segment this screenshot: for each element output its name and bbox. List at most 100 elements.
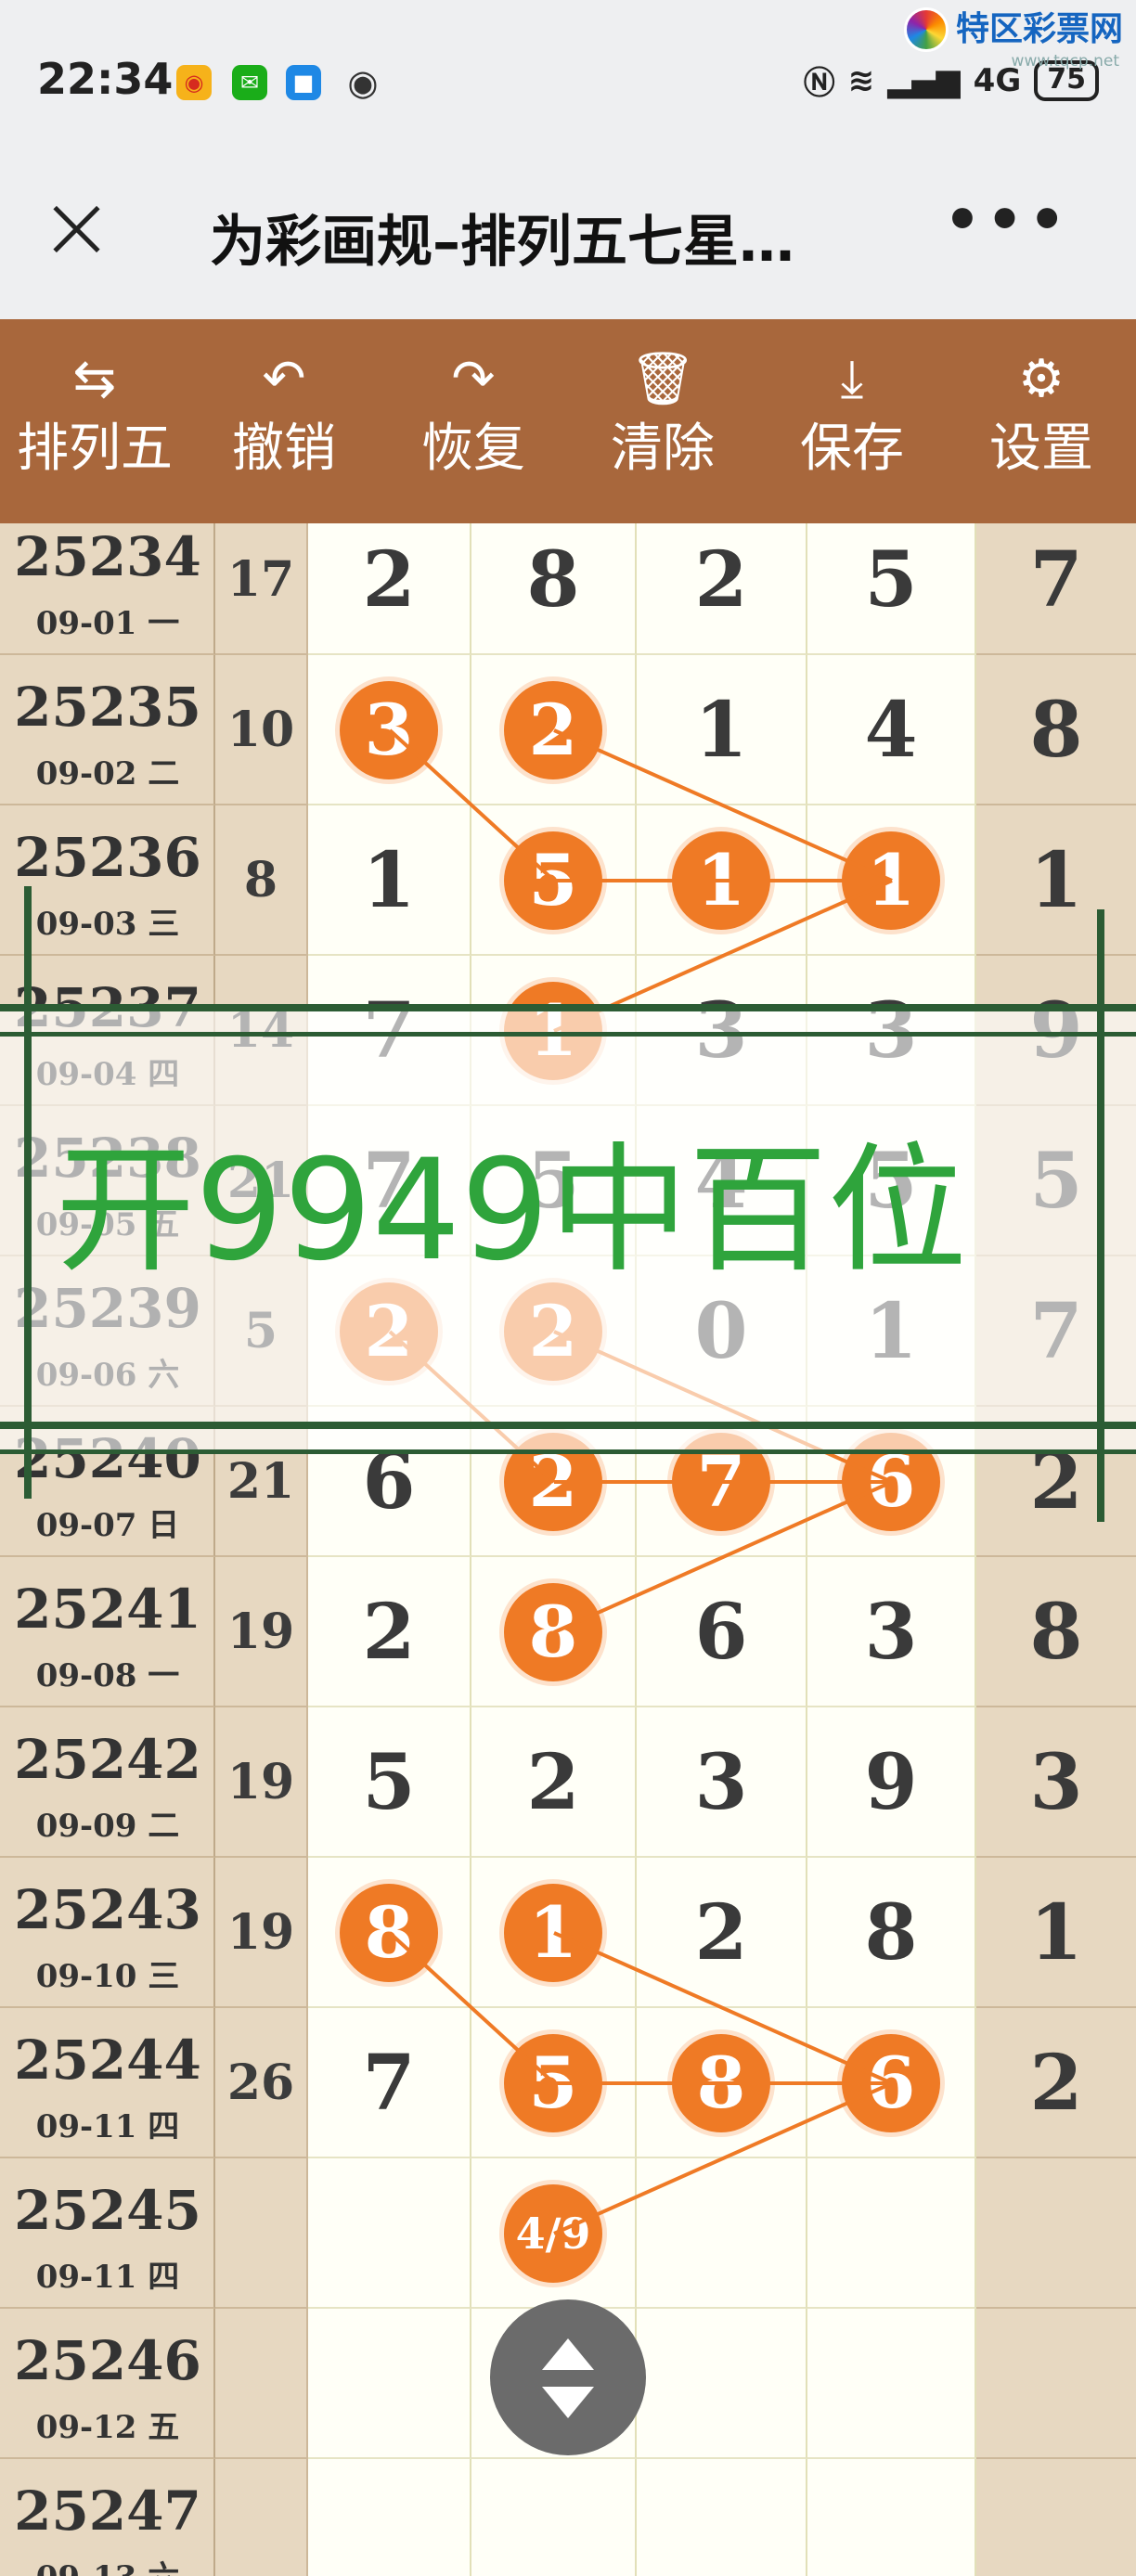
position5-cell: 1 xyxy=(976,805,1136,956)
digit-cell[interactable]: 3 xyxy=(807,1557,976,1707)
switch-game-button[interactable]: ⇆ 排列五 xyxy=(0,319,189,523)
digit-ball: 6 xyxy=(842,2034,940,2132)
digit-cell[interactable]: 2 xyxy=(637,523,807,655)
position5-cell: 7 xyxy=(976,523,1136,655)
status-time: 22:34 xyxy=(37,54,174,104)
digit-cell[interactable] xyxy=(637,2158,807,2309)
tool-label: 排列五 xyxy=(17,419,173,479)
digit-ball: 2 xyxy=(504,681,602,779)
position5-cell xyxy=(976,2309,1136,2459)
digit-cell[interactable] xyxy=(637,2309,807,2459)
digit-cell[interactable]: 2 xyxy=(637,1858,807,2008)
digit-cell[interactable]: 2 xyxy=(471,1707,637,1858)
digit-cell[interactable] xyxy=(308,2459,471,2576)
digit-cell[interactable]: 6 xyxy=(637,1557,807,1707)
issue-cell: 25244 09-11 四 xyxy=(0,2008,215,2158)
digit-cell[interactable]: 1 xyxy=(807,805,976,956)
digit-cell[interactable]: 5 xyxy=(807,523,976,655)
save-button[interactable]: ⤓ 保存 xyxy=(757,319,947,523)
digit-ball: 8 xyxy=(504,1583,602,1681)
digit-cell[interactable]: 8 xyxy=(637,2008,807,2158)
undo-button[interactable]: ↶ 撤销 xyxy=(189,319,379,523)
status-bar: 22:34 ◉ ✉ ■ ◉ Ⓝ ≋ ▂▄▆ 4G 75 特区彩票网 www.tq… xyxy=(0,0,1136,148)
digit-cell[interactable]: 8 xyxy=(471,1557,637,1707)
digit-cell[interactable]: 2 xyxy=(308,523,471,655)
issue-number: 25242 xyxy=(14,1728,201,1791)
digit-cell[interactable]: 1 xyxy=(308,805,471,956)
digit-cell[interactable]: 1 xyxy=(637,805,807,956)
issue-number: 25246 xyxy=(14,2329,201,2392)
digit-cell[interactable]: 8 xyxy=(471,523,637,655)
digit-cell[interactable]: 1 xyxy=(637,655,807,805)
digit-ball: 1 xyxy=(504,1884,602,1982)
digit-cell[interactable]: 7 xyxy=(308,2008,471,2158)
eye-icon: ◉ xyxy=(347,62,379,103)
clear-button[interactable]: 🗑 清除 xyxy=(568,319,757,523)
digit-cell[interactable] xyxy=(308,2309,471,2459)
draw-chart-grid[interactable]: 25234 09-01 一 17 2 8 2 5 7 25235 09-02 二 10 3 2 1 4 8 25… xyxy=(0,523,1136,2576)
sum-cell xyxy=(215,2309,308,2459)
table-row: 25242 09-09 二 19 5 2 3 9 3 xyxy=(0,1707,1136,1858)
position5-cell: 2 xyxy=(976,2008,1136,2158)
digit-cell[interactable] xyxy=(637,2459,807,2576)
redo-button[interactable]: ↷ 恢复 xyxy=(379,319,568,523)
digit-cell[interactable]: 2 xyxy=(308,1557,471,1707)
digit-cell[interactable]: 4/9 xyxy=(471,2158,637,2309)
issue-date: 09-07 日 xyxy=(35,1507,180,1544)
issue-cell: 25234 09-01 一 xyxy=(0,523,215,655)
digit-cell[interactable] xyxy=(471,2459,637,2576)
digit-cell[interactable]: 5 xyxy=(471,2008,637,2158)
annotation-frame-top xyxy=(0,1004,1136,1011)
more-menu-button[interactable]: ••• xyxy=(944,186,1071,253)
issue-date: 09-10 三 xyxy=(35,1958,180,1995)
sum-cell: 19 xyxy=(215,1707,308,1858)
issue-date: 09-13 六 xyxy=(0,2552,215,2576)
issue-cell: 25235 09-02 二 xyxy=(0,655,215,805)
issue-date: 09-12 五 xyxy=(35,2409,180,2446)
weibo-icon: ◉ xyxy=(176,65,212,100)
swap-icon: ⇆ xyxy=(72,349,117,409)
tool-label: 保存 xyxy=(800,419,904,479)
close-button[interactable] xyxy=(45,197,110,262)
digit-cell[interactable]: 5 xyxy=(471,805,637,956)
arrow-down-icon xyxy=(542,2387,594,2418)
digit-cell[interactable] xyxy=(807,2309,976,2459)
watermark: 特区彩票网 xyxy=(903,7,1123,52)
issue-number: 25241 xyxy=(14,1578,201,1641)
digit-cell[interactable]: 3 xyxy=(308,655,471,805)
digit-cell[interactable]: 3 xyxy=(637,1707,807,1858)
issue-number: 25243 xyxy=(14,1878,201,1941)
annotation-frame-top-inner xyxy=(0,1032,1136,1037)
annotation-frame-right xyxy=(1097,909,1104,1522)
settings-button[interactable]: ⚙ 设置 xyxy=(947,319,1136,523)
digit-cell[interactable]: 9 xyxy=(807,1707,976,1858)
digit-cell[interactable]: 6 xyxy=(807,2008,976,2158)
arrow-up-icon xyxy=(542,2338,594,2370)
annotation-frame-bottom xyxy=(0,1422,1136,1429)
sum-cell: 26 xyxy=(215,2008,308,2158)
digit-cell[interactable]: 8 xyxy=(308,1858,471,2008)
digit-cell[interactable] xyxy=(308,2158,471,2309)
scroll-toggle-button[interactable] xyxy=(490,2299,646,2455)
sum-cell: 10 xyxy=(215,655,308,805)
digit-ball: 1 xyxy=(672,831,770,930)
tool-label: 清除 xyxy=(611,419,715,479)
table-row: 25234 09-01 一 17 2 8 2 5 7 xyxy=(0,523,1136,655)
digit-cell[interactable]: 2 xyxy=(471,655,637,805)
issue-number: 25247 xyxy=(14,2479,201,2543)
digit-cell[interactable]: 1 xyxy=(471,1858,637,2008)
digit-cell[interactable]: 8 xyxy=(807,1858,976,2008)
redo-icon: ↷ xyxy=(451,349,496,409)
sum-cell xyxy=(215,2158,308,2309)
issue-date: 09-09 二 xyxy=(35,1808,180,1845)
gear-icon: ⚙ xyxy=(1017,349,1065,409)
annotation-frame-bottom-inner xyxy=(0,1449,1136,1454)
digit-ball: 8 xyxy=(672,2034,770,2132)
position5-cell xyxy=(976,2459,1136,2576)
digit-cell[interactable] xyxy=(807,2459,976,2576)
digit-cell[interactable]: 5 xyxy=(308,1707,471,1858)
issue-cell: 25246 09-12 五 xyxy=(0,2309,215,2459)
issue-cell: 25241 09-08 一 xyxy=(0,1557,215,1707)
digit-cell[interactable]: 4 xyxy=(807,655,976,805)
digit-cell[interactable] xyxy=(807,2158,976,2309)
